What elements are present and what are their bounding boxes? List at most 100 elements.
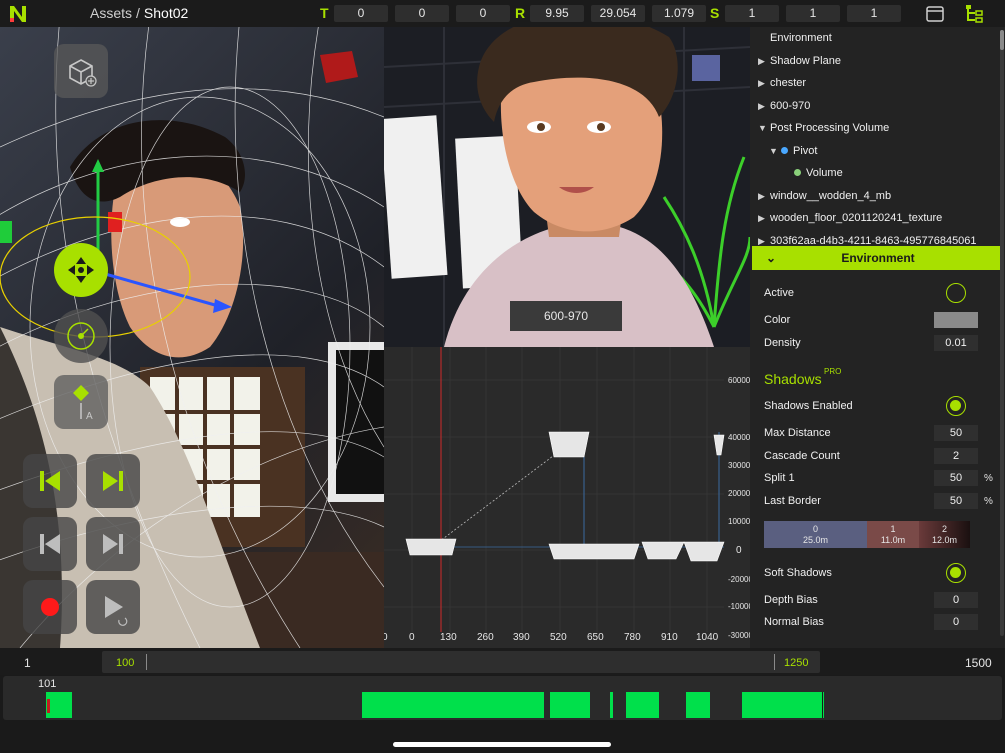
chevron-right-icon[interactable]: ▶ — [758, 78, 770, 89]
normal-bias-field[interactable]: 0 — [934, 614, 978, 630]
shadows-enabled-toggle[interactable] — [946, 396, 966, 416]
chevron-right-icon[interactable]: ▶ — [758, 213, 770, 224]
scale-label: S — [710, 5, 720, 21]
chevron-right-icon[interactable]: ▶ — [758, 191, 770, 202]
x-tick: 130 — [440, 632, 457, 643]
y-tick: 40000 — [728, 433, 750, 442]
density-label: Density — [764, 337, 801, 349]
skip-end-button[interactable] — [86, 454, 140, 508]
rotate-z-field[interactable]: 1.079 — [652, 5, 706, 22]
chevron-right-icon[interactable]: ▶ — [758, 56, 770, 67]
cascade-count-field[interactable]: 2 — [934, 448, 978, 464]
density-field[interactable]: 0.01 — [934, 335, 978, 351]
window-icon[interactable] — [925, 4, 945, 24]
soft-shadows-toggle[interactable] — [946, 563, 966, 583]
playhead[interactable] — [47, 699, 50, 713]
orbit-icon — [67, 322, 95, 350]
keyframe-button[interactable]: A — [54, 375, 108, 429]
tree-item-label: Shadow Plane — [770, 55, 841, 67]
cascade-index: 0 — [812, 524, 818, 534]
scale-x-field[interactable]: 1 — [725, 5, 779, 22]
pro-badge: PRO — [824, 367, 842, 376]
split1-field[interactable]: 50 — [934, 470, 978, 486]
chevron-down-icon[interactable]: ▼ — [769, 146, 781, 156]
tree-item-wooden-floor[interactable]: ▶ wooden_floor_0201120241_texture — [758, 212, 942, 224]
skip-start-button[interactable] — [23, 454, 77, 508]
x-tick: 390 — [513, 632, 530, 643]
chevron-down-icon[interactable]: ▼ — [758, 123, 770, 133]
app-logo-icon[interactable] — [8, 4, 28, 24]
translate-y-field[interactable]: 0 — [395, 5, 449, 22]
scale-y-field[interactable]: 1 — [786, 5, 840, 22]
range-start-handle[interactable] — [146, 654, 147, 670]
x-tick: 780 — [624, 632, 641, 643]
record-button[interactable] — [23, 580, 77, 634]
range-end-handle[interactable] — [774, 654, 775, 670]
tree-item-label: Environment — [770, 32, 832, 44]
tree-item-label: 600-970 — [770, 100, 811, 112]
tree-item-600-970[interactable]: ▶ 600-970 — [758, 100, 810, 112]
scene-viewport[interactable]: A — [0, 27, 384, 648]
timeline-clip[interactable] — [610, 692, 613, 718]
timeline-clip[interactable] — [686, 692, 710, 718]
tree-item-label: Pivot — [793, 145, 818, 157]
color-swatch[interactable] — [934, 312, 978, 328]
y-tick: -20000 — [728, 575, 750, 584]
move-gizmo-button[interactable] — [54, 243, 108, 297]
breadcrumb-current: Shot02 — [143, 5, 189, 21]
hierarchy-icon[interactable] — [965, 4, 985, 24]
chevron-right-icon[interactable]: ▶ — [758, 236, 770, 245]
chevron-down-icon[interactable]: ⌄ — [766, 246, 776, 270]
tree-item-pivot[interactable]: ▼ Pivot — [769, 145, 817, 157]
active-toggle[interactable] — [946, 283, 966, 303]
camera-name-label[interactable]: 600-970 — [510, 301, 622, 331]
animation-curve-graph[interactable]: 60000 40000 30000 20000 10000 0 -10000 -… — [384, 347, 750, 648]
step-forward-button[interactable] — [86, 517, 140, 571]
step-back-button[interactable] — [23, 517, 77, 571]
breadcrumb-separator: / — [136, 5, 140, 21]
breadcrumb-root[interactable]: Assets — [90, 5, 132, 21]
tree-item-environment[interactable]: Environment — [770, 32, 832, 44]
y-tick: -30000 — [728, 631, 750, 640]
tree-item-volume[interactable]: Volume — [794, 167, 843, 179]
inspector-scrollbar[interactable] — [1000, 30, 1004, 636]
keyframe-mode-label: A — [86, 411, 93, 422]
environment-section-header[interactable]: ⌄ Environment — [752, 246, 1004, 270]
timeline-clip[interactable] — [550, 692, 590, 718]
rotate-y-field[interactable]: 29.054 — [591, 5, 645, 22]
inspector-scroll-thumb[interactable] — [1000, 30, 1004, 50]
tree-item-window[interactable]: ▶ window__wodden_4_mb — [758, 190, 891, 202]
translate-z-field[interactable]: 0 — [456, 5, 510, 22]
tree-item-post-processing-volume[interactable]: ▼ Post Processing Volume — [758, 122, 889, 134]
timeline-clip[interactable] — [626, 692, 659, 718]
last-border-field[interactable]: 50 — [934, 493, 978, 509]
tree-item-guid[interactable]: ▶ 303f62aa-d4b3-4211-8463-495776845061 — [758, 235, 994, 245]
tree-item-shadow-plane[interactable]: ▶ Shadow Plane — [758, 55, 841, 67]
chevron-right-icon[interactable]: ▶ — [758, 101, 770, 112]
play-button[interactable] — [86, 580, 140, 634]
tree-item-chester[interactable]: ▶ chester — [758, 77, 806, 89]
x-tick: 910 — [661, 632, 678, 643]
scale-z-field[interactable]: 1 — [847, 5, 901, 22]
camera-preview[interactable] — [384, 27, 750, 347]
play-icon — [105, 596, 128, 626]
cascade-segment-2[interactable]: 2 12.0m — [919, 521, 970, 548]
home-indicator[interactable] — [393, 742, 611, 747]
cascade-segment-0[interactable]: 0 25.0m — [764, 521, 867, 548]
x-tick: 650 — [587, 632, 604, 643]
add-object-button[interactable] — [54, 44, 108, 98]
timeline-start-frame: 1 — [24, 656, 31, 670]
cascade-segment-1[interactable]: 1 11.0m — [867, 521, 919, 548]
curve-plot — [384, 347, 725, 632]
depth-bias-field[interactable]: 0 — [934, 592, 978, 608]
translate-x-field[interactable]: 0 — [334, 5, 388, 22]
timeline-clip[interactable] — [742, 692, 824, 718]
orbit-button[interactable] — [54, 309, 108, 363]
tree-item-label: Volume — [806, 167, 843, 179]
timeline-clip[interactable] — [362, 692, 544, 718]
timeline-range-bar[interactable] — [102, 651, 820, 673]
cascade-index: 2 — [941, 524, 947, 534]
rotate-x-field[interactable]: 9.95 — [530, 5, 584, 22]
max-distance-field[interactable]: 50 — [934, 425, 978, 441]
pivot-dot-icon — [781, 147, 788, 154]
